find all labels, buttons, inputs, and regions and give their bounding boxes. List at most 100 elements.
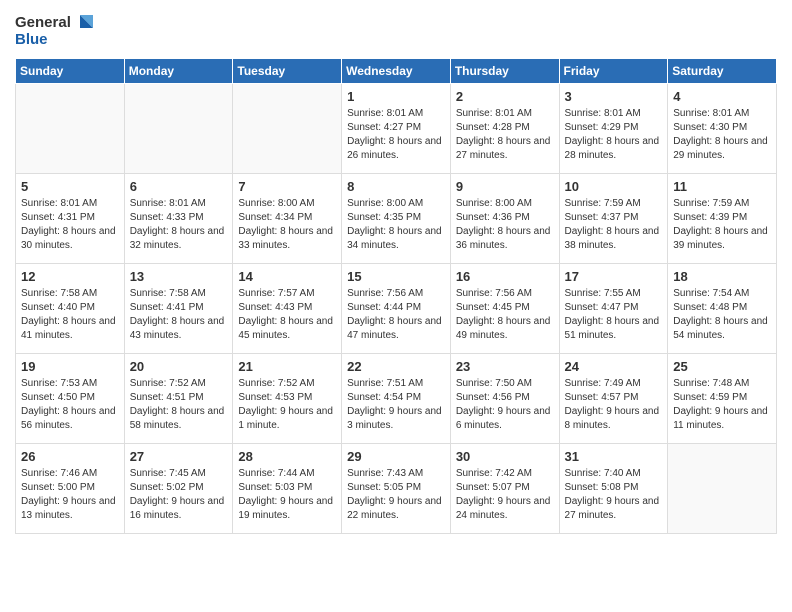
day-number: 11 bbox=[673, 179, 771, 194]
day-info: Sunrise: 7:44 AM Sunset: 5:03 PM Dayligh… bbox=[238, 467, 336, 523]
day-info: Sunrise: 7:55 AM Sunset: 4:47 PM Dayligh… bbox=[565, 287, 663, 343]
day-cell: 10Sunrise: 7:59 AM Sunset: 4:37 PM Dayli… bbox=[559, 174, 668, 264]
day-cell: 13 Sunrise: 7:58 AM Sunset: 4:41 PM Dayli… bbox=[124, 264, 233, 354]
day-cell: 14 Sunrise: 7:57 AM Sunset: 4:43 PM Dayli… bbox=[233, 264, 342, 354]
day-number: 30 bbox=[456, 449, 554, 464]
day-number: 1 bbox=[347, 89, 445, 104]
day-info: Sunrise: 8:01 AM Sunset: 4:31 PM Dayligh… bbox=[21, 197, 119, 253]
day-info: Sunrise: 7:43 AM Sunset: 5:05 PM Dayligh… bbox=[347, 467, 445, 523]
day-info: Sunrise: 8:01 AM Sunset: 4:33 PM Dayligh… bbox=[130, 197, 228, 253]
day-number: 5 bbox=[21, 179, 119, 194]
day-cell: 28 Sunrise: 7:44 AM Sunset: 5:03 PM Dayli… bbox=[233, 444, 342, 534]
day-cell: 17 Sunrise: 7:55 AM Sunset: 4:47 PM Dayli… bbox=[559, 264, 668, 354]
weekday-header-wednesday: Wednesday bbox=[342, 59, 451, 84]
day-info: Sunrise: 7:58 AM Sunset: 4:40 PM Dayligh… bbox=[21, 287, 119, 343]
day-info: Sunrise: 7:49 AM Sunset: 4:57 PM Dayligh… bbox=[565, 377, 663, 433]
day-info: Sunrise: 7:52 AM Sunset: 4:53 PM Dayligh… bbox=[238, 377, 336, 433]
calendar-header: SundayMondayTuesdayWednesdayThursdayFrid… bbox=[16, 59, 777, 84]
weekday-row: SundayMondayTuesdayWednesdayThursdayFrid… bbox=[16, 59, 777, 84]
day-number: 3 bbox=[565, 89, 663, 104]
day-cell: 22Sunrise: 7:51 AM Sunset: 4:54 PM Dayli… bbox=[342, 354, 451, 444]
day-cell: 2Sunrise: 8:01 AM Sunset: 4:28 PM Daylig… bbox=[450, 84, 559, 174]
weekday-header-thursday: Thursday bbox=[450, 59, 559, 84]
header: GeneralBlue bbox=[15, 10, 777, 50]
day-cell: 23Sunrise: 7:50 AM Sunset: 4:56 PM Dayli… bbox=[450, 354, 559, 444]
day-number: 29 bbox=[347, 449, 445, 464]
day-info: Sunrise: 7:40 AM Sunset: 5:08 PM Dayligh… bbox=[565, 467, 663, 523]
weekday-header-saturday: Saturday bbox=[668, 59, 777, 84]
day-info: Sunrise: 7:58 AM Sunset: 4:41 PM Dayligh… bbox=[130, 287, 228, 343]
week-row-2: 5 Sunrise: 8:01 AM Sunset: 4:31 PM Daylig… bbox=[16, 174, 777, 264]
day-number: 4 bbox=[673, 89, 771, 104]
day-cell: 6Sunrise: 8:01 AM Sunset: 4:33 PM Daylig… bbox=[124, 174, 233, 264]
day-cell bbox=[233, 84, 342, 174]
week-row-5: 26 Sunrise: 7:46 AM Sunset: 5:00 PM Dayli… bbox=[16, 444, 777, 534]
day-info: Sunrise: 7:46 AM Sunset: 5:00 PM Dayligh… bbox=[21, 467, 119, 523]
day-cell: 11 Sunrise: 7:59 AM Sunset: 4:39 PM Dayli… bbox=[668, 174, 777, 264]
day-info: Sunrise: 7:53 AM Sunset: 4:50 PM Dayligh… bbox=[21, 377, 119, 433]
day-number: 7 bbox=[238, 179, 336, 194]
day-cell: 7 Sunrise: 8:00 AM Sunset: 4:34 PM Daylig… bbox=[233, 174, 342, 264]
day-number: 28 bbox=[238, 449, 336, 464]
day-number: 15 bbox=[347, 269, 445, 284]
day-number: 24 bbox=[565, 359, 663, 374]
day-info: Sunrise: 7:59 AM Sunset: 4:37 PM Dayligh… bbox=[565, 197, 663, 253]
day-number: 13 bbox=[130, 269, 228, 284]
day-number: 20 bbox=[130, 359, 228, 374]
weekday-header-monday: Monday bbox=[124, 59, 233, 84]
day-number: 2 bbox=[456, 89, 554, 104]
day-number: 21 bbox=[238, 359, 336, 374]
day-number: 16 bbox=[456, 269, 554, 284]
day-cell: 8 Sunrise: 8:00 AM Sunset: 4:35 PM Daylig… bbox=[342, 174, 451, 264]
day-cell bbox=[16, 84, 125, 174]
day-number: 27 bbox=[130, 449, 228, 464]
day-info: Sunrise: 8:01 AM Sunset: 4:29 PM Dayligh… bbox=[565, 107, 663, 163]
calendar-body: 1 Sunrise: 8:01 AM Sunset: 4:27 PM Daylig… bbox=[16, 84, 777, 534]
day-cell: 3 Sunrise: 8:01 AM Sunset: 4:29 PM Daylig… bbox=[559, 84, 668, 174]
day-cell: 5 Sunrise: 8:01 AM Sunset: 4:31 PM Daylig… bbox=[16, 174, 125, 264]
day-info: Sunrise: 7:59 AM Sunset: 4:39 PM Dayligh… bbox=[673, 197, 771, 253]
day-info: Sunrise: 7:52 AM Sunset: 4:51 PM Dayligh… bbox=[130, 377, 228, 433]
day-info: Sunrise: 7:48 AM Sunset: 4:59 PM Dayligh… bbox=[673, 377, 771, 433]
day-info: Sunrise: 7:45 AM Sunset: 5:02 PM Dayligh… bbox=[130, 467, 228, 523]
day-number: 17 bbox=[565, 269, 663, 284]
week-row-4: 19Sunrise: 7:53 AM Sunset: 4:50 PM Dayli… bbox=[16, 354, 777, 444]
day-cell: 29 Sunrise: 7:43 AM Sunset: 5:05 PM Dayli… bbox=[342, 444, 451, 534]
calendar-table: SundayMondayTuesdayWednesdayThursdayFrid… bbox=[15, 58, 777, 534]
day-info: Sunrise: 8:00 AM Sunset: 4:34 PM Dayligh… bbox=[238, 197, 336, 253]
weekday-header-friday: Friday bbox=[559, 59, 668, 84]
day-info: Sunrise: 7:42 AM Sunset: 5:07 PM Dayligh… bbox=[456, 467, 554, 523]
weekday-header-tuesday: Tuesday bbox=[233, 59, 342, 84]
day-info: Sunrise: 7:50 AM Sunset: 4:56 PM Dayligh… bbox=[456, 377, 554, 433]
day-info: Sunrise: 7:56 AM Sunset: 4:44 PM Dayligh… bbox=[347, 287, 445, 343]
day-info: Sunrise: 7:57 AM Sunset: 4:43 PM Dayligh… bbox=[238, 287, 336, 343]
day-info: Sunrise: 8:00 AM Sunset: 4:35 PM Dayligh… bbox=[347, 197, 445, 253]
page: GeneralBlue SundayMondayTuesdayWednesday… bbox=[0, 0, 792, 612]
day-cell: 25 Sunrise: 7:48 AM Sunset: 4:59 PM Dayli… bbox=[668, 354, 777, 444]
day-number: 31 bbox=[565, 449, 663, 464]
day-number: 12 bbox=[21, 269, 119, 284]
day-info: Sunrise: 8:00 AM Sunset: 4:36 PM Dayligh… bbox=[456, 197, 554, 253]
day-cell: 4Sunrise: 8:01 AM Sunset: 4:30 PM Daylig… bbox=[668, 84, 777, 174]
day-cell bbox=[124, 84, 233, 174]
week-row-3: 12 Sunrise: 7:58 AM Sunset: 4:40 PM Dayli… bbox=[16, 264, 777, 354]
day-number: 26 bbox=[21, 449, 119, 464]
day-cell: 21 Sunrise: 7:52 AM Sunset: 4:53 PM Dayli… bbox=[233, 354, 342, 444]
day-number: 22 bbox=[347, 359, 445, 374]
day-number: 25 bbox=[673, 359, 771, 374]
day-cell: 30 Sunrise: 7:42 AM Sunset: 5:07 PM Dayli… bbox=[450, 444, 559, 534]
day-cell: 9Sunrise: 8:00 AM Sunset: 4:36 PM Daylig… bbox=[450, 174, 559, 264]
day-number: 14 bbox=[238, 269, 336, 284]
day-cell: 27 Sunrise: 7:45 AM Sunset: 5:02 PM Dayli… bbox=[124, 444, 233, 534]
day-info: Sunrise: 7:54 AM Sunset: 4:48 PM Dayligh… bbox=[673, 287, 771, 343]
day-cell: 18Sunrise: 7:54 AM Sunset: 4:48 PM Dayli… bbox=[668, 264, 777, 354]
logo: GeneralBlue bbox=[15, 10, 95, 50]
day-number: 8 bbox=[347, 179, 445, 194]
svg-text:Blue: Blue bbox=[15, 31, 48, 48]
day-info: Sunrise: 7:56 AM Sunset: 4:45 PM Dayligh… bbox=[456, 287, 554, 343]
weekday-header-sunday: Sunday bbox=[16, 59, 125, 84]
day-cell: 15 Sunrise: 7:56 AM Sunset: 4:44 PM Dayli… bbox=[342, 264, 451, 354]
day-cell: 24 Sunrise: 7:49 AM Sunset: 4:57 PM Dayli… bbox=[559, 354, 668, 444]
day-info: Sunrise: 8:01 AM Sunset: 4:27 PM Dayligh… bbox=[347, 107, 445, 163]
day-cell: 20 Sunrise: 7:52 AM Sunset: 4:51 PM Dayli… bbox=[124, 354, 233, 444]
